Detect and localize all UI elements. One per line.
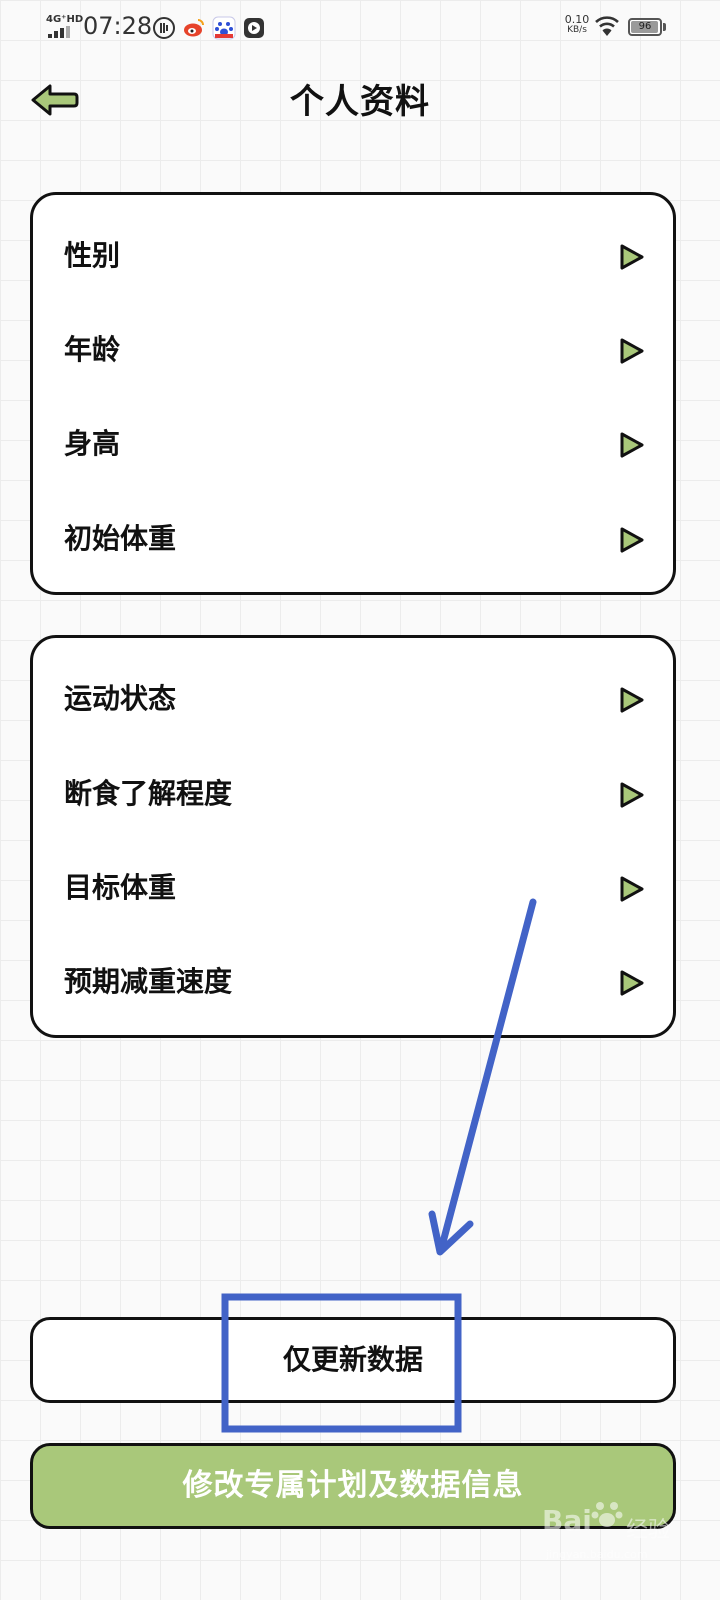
annotation-arrow-head [428, 1210, 474, 1256]
network-type: 4G⁺HD [46, 14, 84, 25]
button-label: 仅更新数据 [282, 1343, 423, 1376]
chevron-right-icon [620, 527, 644, 553]
plan-item-exercise-status[interactable]: 运动状态 [33, 652, 673, 746]
watermark-text: 经验 [626, 1518, 671, 1543]
page-title: 个人资料 [290, 82, 430, 122]
paw-icon [591, 1502, 623, 1527]
profile-item-age[interactable]: 年龄 [33, 303, 673, 397]
item-label: 初始体重 [64, 522, 177, 555]
plan-item-weight-loss-rate[interactable]: 预期减重速度 [33, 935, 673, 1029]
item-label: 目标体重 [64, 871, 177, 904]
watermark-logo: Bai [542, 1504, 592, 1537]
chevron-right-icon [620, 687, 644, 713]
item-label: 年龄 [64, 333, 121, 366]
profile-item-height[interactable]: 身高 [33, 397, 673, 491]
chevron-right-icon [620, 432, 644, 458]
update-data-only-button[interactable]: 仅更新数据 [30, 1317, 676, 1403]
plan-item-fasting-knowledge[interactable]: 断食了解程度 [33, 747, 673, 841]
chevron-right-icon [620, 338, 644, 364]
unicom-icon [153, 17, 175, 39]
battery-level: 96 [638, 21, 652, 32]
profile-item-initial-weight[interactable]: 初始体重 [33, 492, 673, 586]
item-label: 断食了解程度 [64, 777, 233, 810]
battery-icon: 96 [628, 18, 662, 36]
profile-item-gender[interactable]: 性别 [33, 209, 673, 303]
clock: 07:28 [83, 12, 153, 40]
item-label: 预期减重速度 [64, 965, 233, 998]
plan-item-target-weight[interactable]: 目标体重 [33, 841, 673, 935]
network-speed: 0.10 KB/s [564, 13, 590, 35]
signal-icon [48, 26, 70, 38]
profile-card: 性别 年龄 身高 初始体重 [30, 192, 676, 595]
chevron-right-icon [620, 970, 644, 996]
watermark-url: jingyan.baidu.com [546, 1548, 648, 1561]
chevron-right-icon [620, 876, 644, 902]
weibo-icon [184, 19, 204, 37]
item-label: 身高 [64, 427, 121, 460]
chevron-right-icon [620, 244, 644, 270]
video-play-icon [244, 18, 264, 38]
baidu-app-icon [212, 16, 236, 40]
battery-tip [663, 23, 666, 31]
item-label: 性别 [64, 239, 121, 272]
chevron-right-icon [620, 782, 644, 808]
wifi-icon [595, 16, 619, 36]
status-bar: 4G⁺HD 07:28 0.10 KB/s 96 [0, 0, 720, 56]
baidu-jingyan-watermark: Bai 经验 jingyan.baidu.com [540, 1490, 710, 1570]
plan-card: 运动状态 断食了解程度 目标体重 预期减重速度 [30, 635, 676, 1038]
item-label: 运动状态 [64, 682, 177, 715]
